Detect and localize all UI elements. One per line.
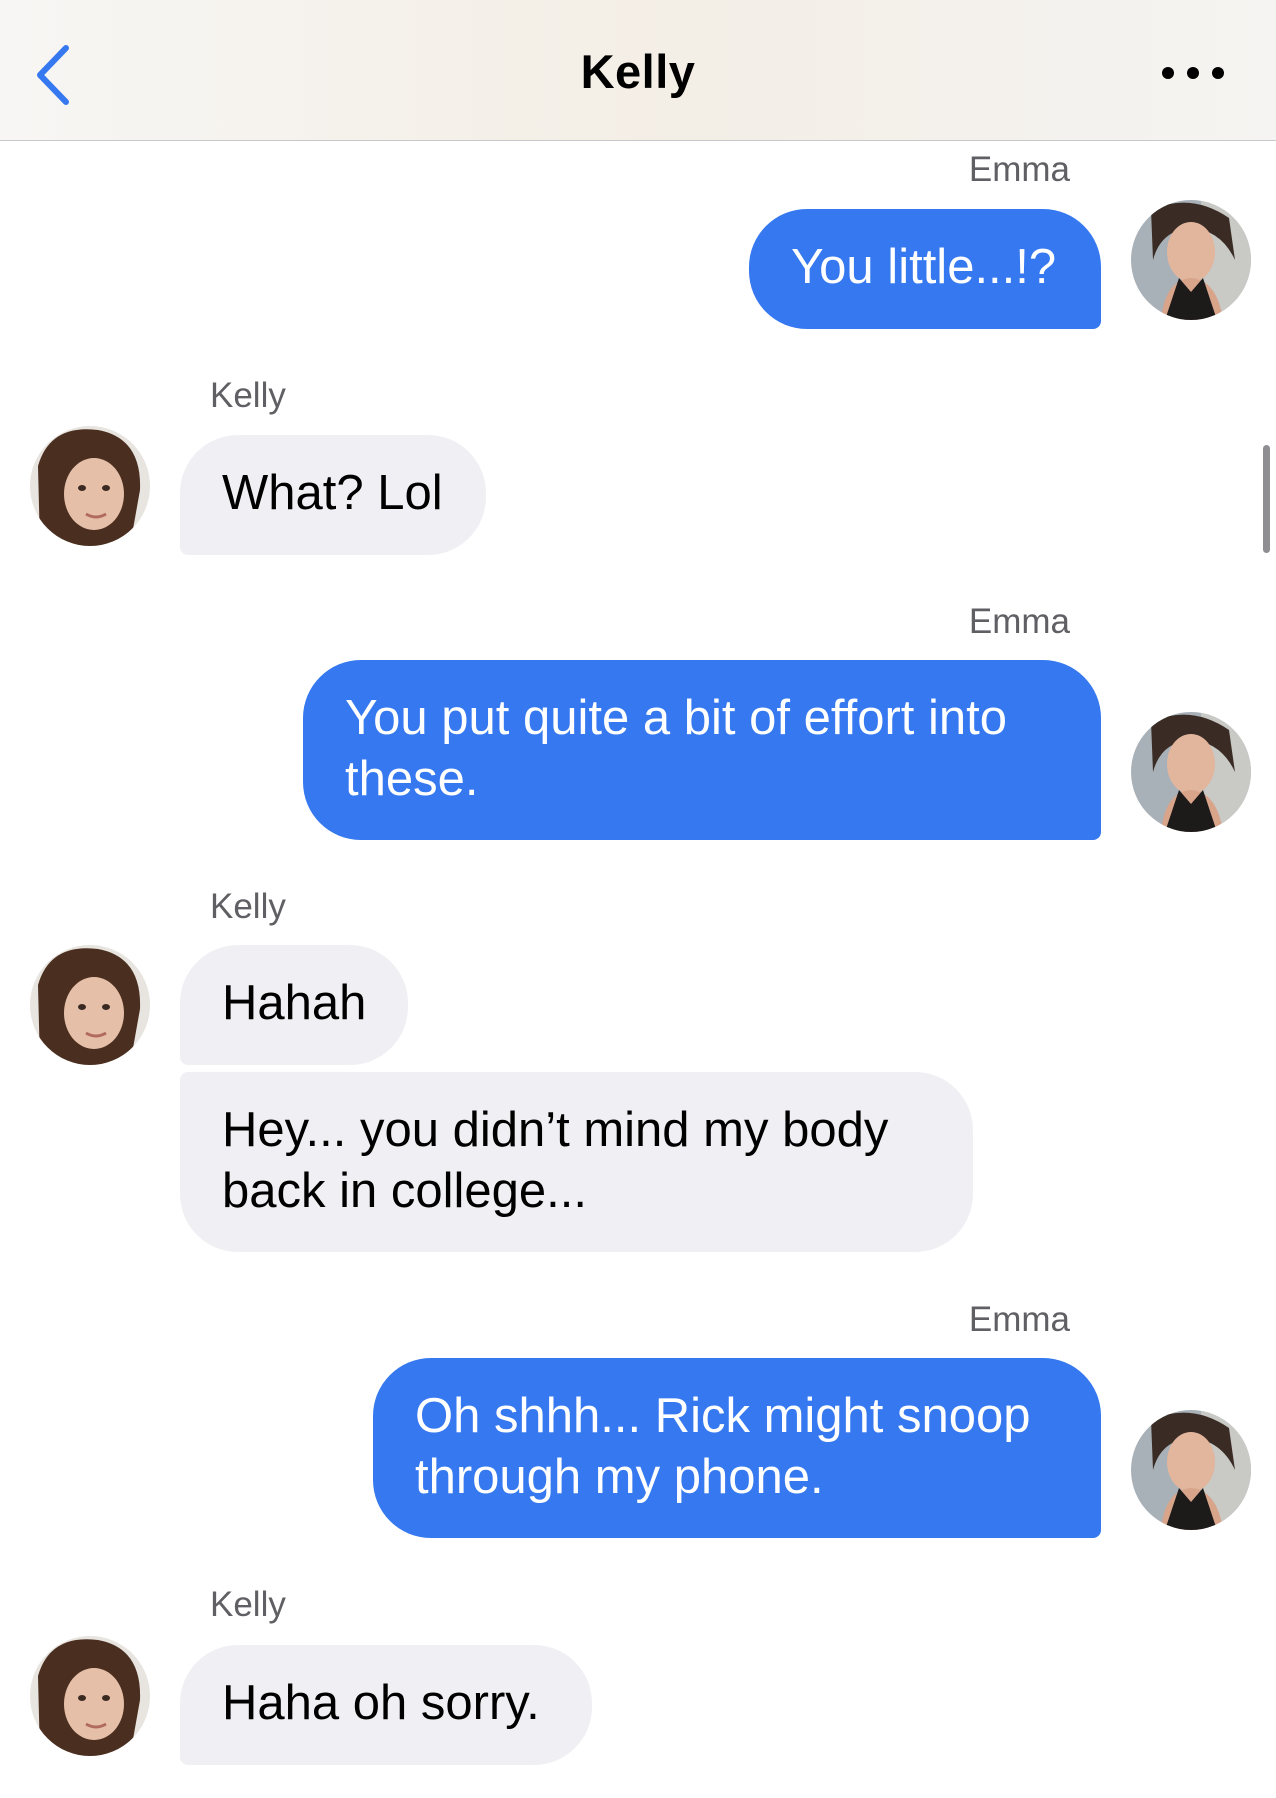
message-bubble-outgoing[interactable]: Oh shhh... Rick might snoop through my p… xyxy=(373,1358,1101,1538)
avatar[interactable] xyxy=(30,1636,150,1756)
conversation-title: Kelly xyxy=(580,45,696,98)
sender-name: Kelly xyxy=(210,376,286,415)
sender-name: Kelly xyxy=(210,1585,286,1624)
message-bubble-incoming[interactable]: Haha oh sorry. xyxy=(180,1645,592,1765)
message-bubble-incoming[interactable]: What? Lol xyxy=(180,435,486,555)
avatar[interactable] xyxy=(1131,200,1251,320)
avatar[interactable] xyxy=(30,426,150,546)
message-bubble-incoming[interactable]: Hahah xyxy=(180,945,408,1065)
kelly-avatar-photo xyxy=(30,1636,150,1756)
emma-avatar-photo xyxy=(1131,200,1251,320)
chat-header: Kelly xyxy=(0,0,1276,141)
kelly-avatar-photo xyxy=(30,945,150,1065)
scroll-indicator[interactable] xyxy=(1263,445,1270,553)
kelly-avatar-photo xyxy=(30,426,150,546)
sender-name: Emma xyxy=(968,150,1070,189)
back-button[interactable] xyxy=(30,40,90,110)
chat-screen: Kelly Emma You little...!? Kelly What? L… xyxy=(0,0,1276,1798)
emma-avatar-photo xyxy=(1131,712,1251,832)
chevron-left-icon xyxy=(37,45,69,105)
sender-name: Emma xyxy=(968,602,1070,641)
avatar[interactable] xyxy=(30,945,150,1065)
emma-avatar-photo xyxy=(1131,1410,1251,1530)
message-bubble-outgoing[interactable]: You put quite a bit of effort into these… xyxy=(303,660,1101,840)
message-bubble-outgoing[interactable]: You little...!? xyxy=(749,209,1101,329)
more-options-button[interactable] xyxy=(1158,58,1228,88)
sender-name: Kelly xyxy=(210,887,286,926)
sender-name: Emma xyxy=(968,1300,1070,1339)
ellipsis-icon xyxy=(1162,67,1224,79)
message-bubble-incoming[interactable]: Hey... you didn’t mind my body back in c… xyxy=(180,1072,973,1252)
avatar[interactable] xyxy=(1131,1410,1251,1530)
avatar[interactable] xyxy=(1131,712,1251,832)
